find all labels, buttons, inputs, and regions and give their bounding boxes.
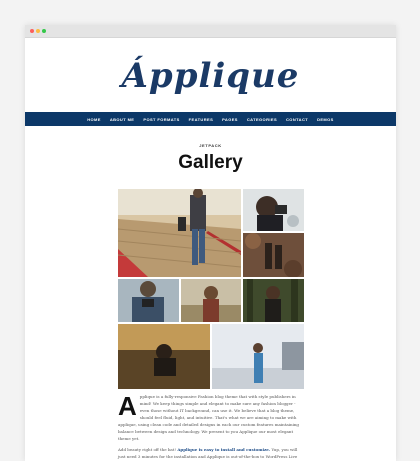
gallery-photo-boots[interactable] bbox=[243, 233, 304, 277]
gallery-photo-woman-forest[interactable] bbox=[243, 279, 304, 322]
nav-item-about-me[interactable]: ABOUT ME bbox=[110, 117, 135, 122]
photo-sitting-field-icon bbox=[118, 324, 210, 389]
site-header: Ápplique bbox=[25, 38, 396, 112]
gallery-photo-woman-bridge[interactable] bbox=[212, 324, 304, 389]
gallery-photo-boardwalk[interactable] bbox=[118, 189, 241, 277]
browser-window: Ápplique HOME ABOUT ME POST FORMATS FEAT… bbox=[25, 25, 396, 461]
page-title: Gallery bbox=[178, 152, 243, 173]
second-paragraph-text: Add beauty right off the bat! bbox=[118, 447, 177, 452]
photo-woman-forest-icon bbox=[243, 279, 304, 322]
post-category[interactable]: JETPACK bbox=[25, 143, 396, 148]
minimize-dot-icon[interactable] bbox=[36, 29, 40, 33]
nav-item-demos[interactable]: DEMOS bbox=[317, 117, 334, 122]
nav-item-pages[interactable]: PAGES bbox=[222, 117, 238, 122]
image-gallery bbox=[118, 189, 304, 389]
photo-woman-field-icon bbox=[181, 279, 241, 322]
second-paragraph: Add beauty right off the bat! Applique i… bbox=[118, 446, 304, 461]
post-content: A pplique is a fully-responsive Fashion … bbox=[118, 393, 304, 461]
site-logo[interactable]: Ápplique bbox=[122, 56, 300, 96]
photo-woman-bridge-icon bbox=[212, 324, 304, 389]
nav-item-post-formats[interactable]: POST FORMATS bbox=[143, 117, 179, 122]
close-dot-icon[interactable] bbox=[30, 29, 34, 33]
photo-boardwalk-icon bbox=[118, 189, 241, 277]
main-navigation: HOME ABOUT ME POST FORMATS FEATURES PAGE… bbox=[25, 112, 396, 126]
photo-boots-icon bbox=[243, 233, 304, 277]
window-titlebar bbox=[25, 25, 396, 38]
nav-item-features[interactable]: FEATURES bbox=[189, 117, 213, 122]
gallery-photo-girl-camera[interactable] bbox=[243, 189, 304, 231]
nav-item-home[interactable]: HOME bbox=[87, 117, 101, 122]
maximize-dot-icon[interactable] bbox=[42, 29, 46, 33]
photo-girl-camera-icon bbox=[243, 189, 304, 231]
gallery-photo-sitting-field[interactable] bbox=[118, 324, 210, 389]
photo-man-camera-icon bbox=[118, 279, 179, 322]
nav-item-categories[interactable]: CATEGORIES bbox=[247, 117, 277, 122]
dropcap: A bbox=[118, 391, 137, 421]
nav-item-contact[interactable]: CONTACT bbox=[286, 117, 308, 122]
gallery-photo-man-camera[interactable] bbox=[118, 279, 179, 322]
intro-paragraph: pplique is a fully-responsive Fashion bl… bbox=[118, 394, 299, 441]
install-link[interactable]: Applique is easy to install and customiz… bbox=[177, 447, 270, 452]
gallery-photo-woman-field[interactable] bbox=[181, 279, 241, 322]
